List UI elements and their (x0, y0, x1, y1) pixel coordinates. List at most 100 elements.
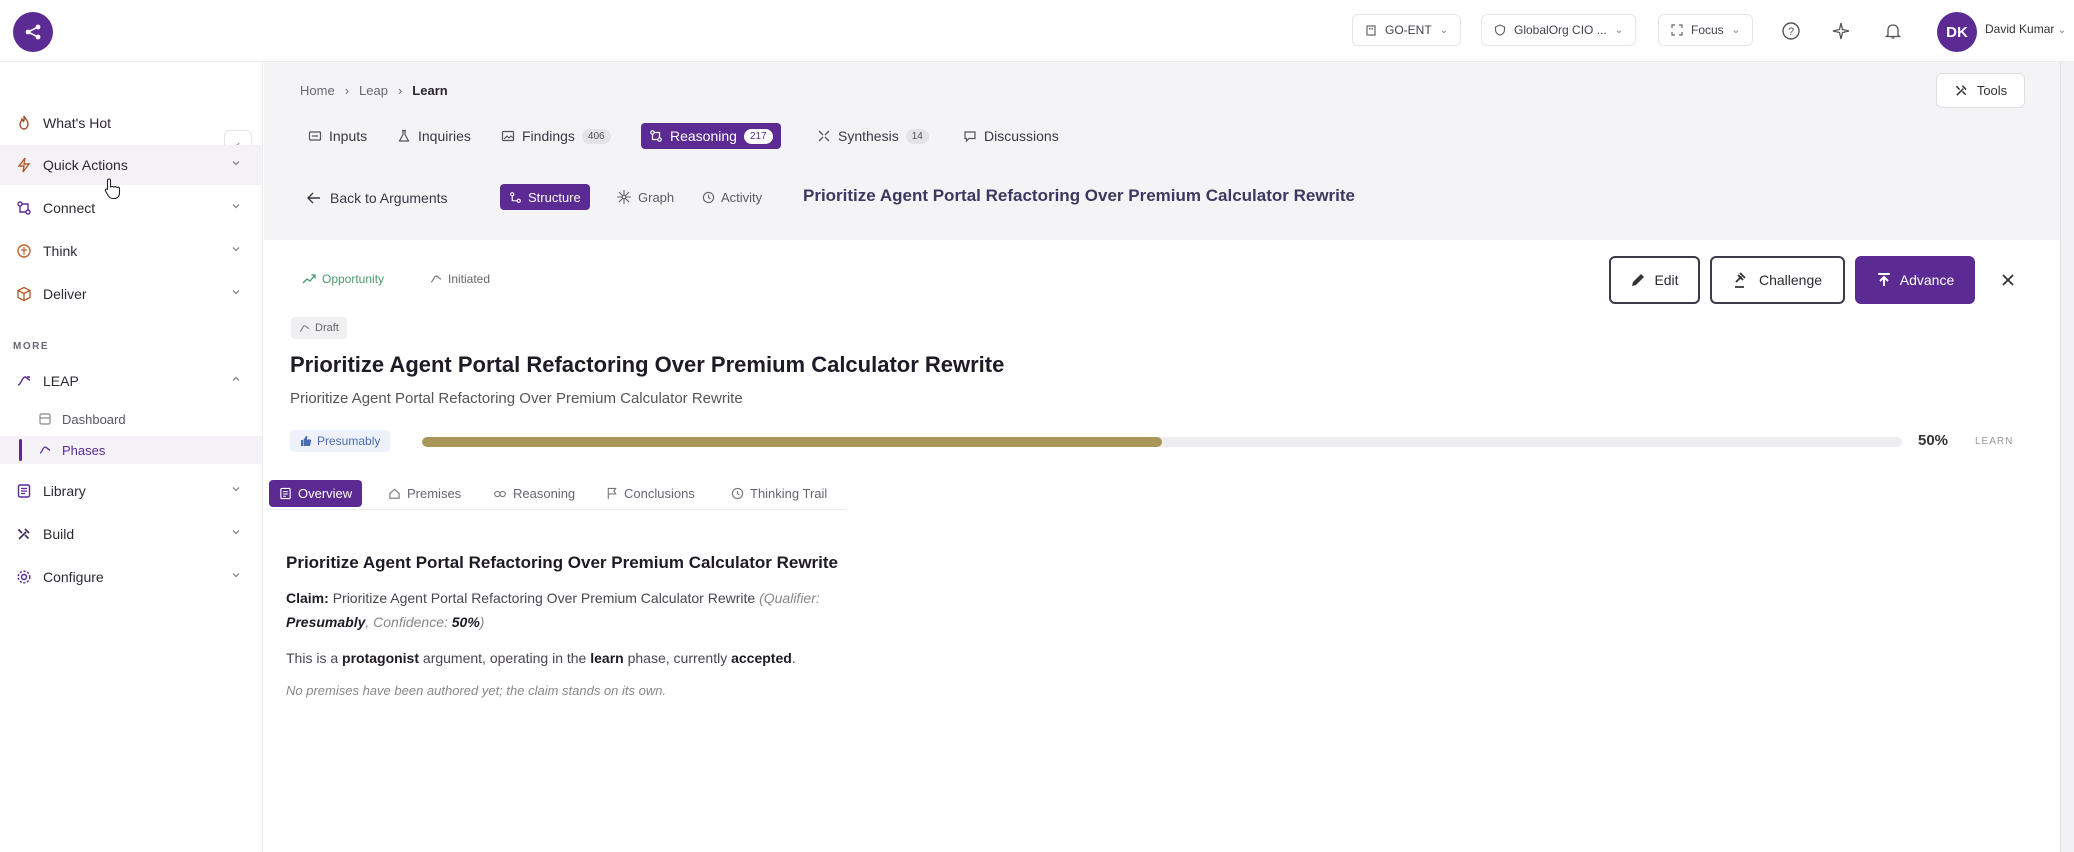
notifications-button[interactable] (1876, 14, 1910, 48)
link-icon (494, 490, 506, 497)
chevron-right-icon: › (397, 83, 403, 98)
chevron-down-icon (230, 200, 242, 212)
tab-count-badge: 217 (743, 128, 773, 144)
ai-sparkle-button[interactable] (1824, 14, 1858, 48)
sidebar-item-build[interactable]: Build (0, 514, 262, 554)
tab-discussions[interactable]: Discussions (955, 123, 1067, 149)
page-title: Prioritize Agent Portal Refactoring Over… (803, 186, 1356, 205)
tab-label: Inputs (329, 128, 368, 144)
flag-icon (607, 487, 617, 500)
tab-inquiries[interactable]: Inquiries (389, 123, 479, 149)
tab-premises[interactable]: Premises (378, 480, 471, 507)
tab-conclusions[interactable]: Conclusions (596, 480, 705, 507)
user-name: David Kumar (1985, 22, 2055, 36)
sidebar-subitem-dashboard[interactable]: Dashboard (38, 406, 126, 432)
sidebar-subitem-label: Phases (62, 442, 106, 458)
breadcrumb-leap[interactable]: Leap (359, 83, 388, 98)
sidebar-item-label: Configure (43, 569, 104, 585)
confidence-percentage: 50% (1918, 432, 1949, 449)
sidebar-item-label: LEAP (43, 373, 79, 389)
document-icon (280, 487, 291, 500)
tab-label: Conclusions (624, 486, 695, 501)
type-tag-label: Opportunity (322, 272, 385, 286)
sidebar-item-label: Quick Actions (43, 157, 128, 173)
tab-reasoning[interactable]: Reasoning 217 (641, 123, 781, 149)
sidebar-item-quick-actions[interactable]: Quick Actions (0, 145, 262, 185)
chat-icon (964, 131, 976, 143)
overview-qualifier-line: Presumably, Confidence: 50%) (286, 614, 484, 630)
back-link-label: Back to Arguments (330, 190, 448, 206)
help-icon: ? (1782, 22, 1800, 40)
flask-icon (398, 129, 410, 142)
advance-button[interactable]: Advance (1855, 256, 1975, 304)
challenge-button[interactable]: Challenge (1710, 256, 1845, 304)
sidebar-item-think[interactable]: Think (0, 231, 262, 271)
sidebar-item-configure[interactable]: Configure (0, 557, 262, 597)
tab-findings[interactable]: Findings 406 (493, 123, 619, 149)
building-icon (1366, 25, 1376, 36)
argument-detail-card (266, 240, 2060, 852)
sidebar-item-deliver[interactable]: Deliver (0, 274, 262, 314)
draft-badge-label: Draft (315, 322, 339, 334)
tab-label: Inquiries (418, 128, 471, 144)
view-tab-label: Graph (638, 189, 675, 205)
sidebar-item-connect[interactable]: Connect (0, 188, 262, 228)
help-button[interactable]: ? (1774, 14, 1808, 48)
chevron-down-icon (230, 483, 242, 495)
sidebar-subitem-phases[interactable]: Phases (38, 437, 105, 463)
app-logo-icon[interactable] (13, 12, 53, 52)
structure-icon (510, 191, 521, 203)
tab-thinking-trail[interactable]: Thinking Trail (721, 480, 837, 507)
org-selector[interactable]: GO-ENT ⌄ (1352, 14, 1462, 46)
image-icon (501, 130, 515, 142)
breadcrumb-home[interactable]: Home (300, 83, 335, 98)
view-tab-graph[interactable]: Graph (607, 184, 683, 210)
tab-divider (266, 509, 846, 510)
confidence-value: 50% (451, 614, 480, 630)
tab-label: Premises (407, 486, 462, 501)
tab-overview[interactable]: Overview (269, 480, 363, 507)
sidebar-item-label: Think (43, 243, 78, 259)
edit-button[interactable]: Edit (1609, 256, 1700, 304)
desc-text: phase, currently (623, 650, 732, 666)
tab-count-badge: 14 (905, 128, 929, 144)
shield-icon (1494, 24, 1506, 36)
tools-button[interactable]: Tools (1936, 73, 2025, 108)
overview-note: No premises have been authored yet; the … (286, 683, 666, 698)
overview-claim-line: Claim: Prioritize Agent Portal Refactori… (286, 590, 820, 606)
view-tab-activity[interactable]: Activity (693, 184, 771, 210)
main-header-area (264, 62, 2061, 240)
trending-up-icon (302, 274, 316, 284)
sidebar-item-leap[interactable]: LEAP (0, 361, 262, 401)
desc-text: argument, operating in the (419, 650, 591, 666)
role-selector[interactable]: GlobalOrg CIO ... ⌄ (1481, 14, 1637, 46)
sidebar: ‹ What's Hot Quick Actions Connect Think… (0, 62, 263, 852)
tab-label: Overview (298, 486, 353, 501)
right-rail (2060, 62, 2074, 852)
sidebar-item-library[interactable]: Library (0, 471, 262, 511)
leap-icon (15, 372, 33, 390)
breadcrumb-current: Learn (412, 83, 448, 98)
back-to-arguments-link[interactable]: Back to Arguments (306, 186, 448, 210)
chevron-down-icon: ⌄ (1731, 24, 1741, 36)
arrow-left-icon (307, 192, 320, 204)
tab-reasoning-content[interactable]: Reasoning (483, 480, 585, 507)
tools-icon (1955, 85, 1967, 96)
tab-synthesis[interactable]: Synthesis 14 (809, 123, 937, 149)
sparkle-icon (1832, 22, 1850, 40)
sidebar-section-label: MORE (13, 341, 49, 352)
close-button[interactable] (1994, 266, 2022, 294)
sidebar-item-label: Build (43, 526, 75, 542)
advance-button-label: Advance (1899, 272, 1955, 288)
sidebar-item-whats-hot[interactable]: What's Hot (0, 103, 262, 143)
tab-inputs[interactable]: Inputs (300, 123, 375, 149)
initiated-icon (430, 275, 442, 283)
view-tab-structure[interactable]: Structure (500, 184, 590, 210)
focus-selector[interactable]: Focus ⌄ (1658, 14, 1754, 46)
avatar[interactable]: DK (1937, 12, 1977, 52)
user-menu[interactable]: David Kumar ⌄ (1985, 22, 2066, 36)
tools-button-label: Tools (1976, 83, 2008, 98)
active-indicator (19, 439, 22, 461)
confidence-text: , Confidence: (365, 614, 448, 630)
sidebar-item-label: What's Hot (43, 115, 112, 131)
